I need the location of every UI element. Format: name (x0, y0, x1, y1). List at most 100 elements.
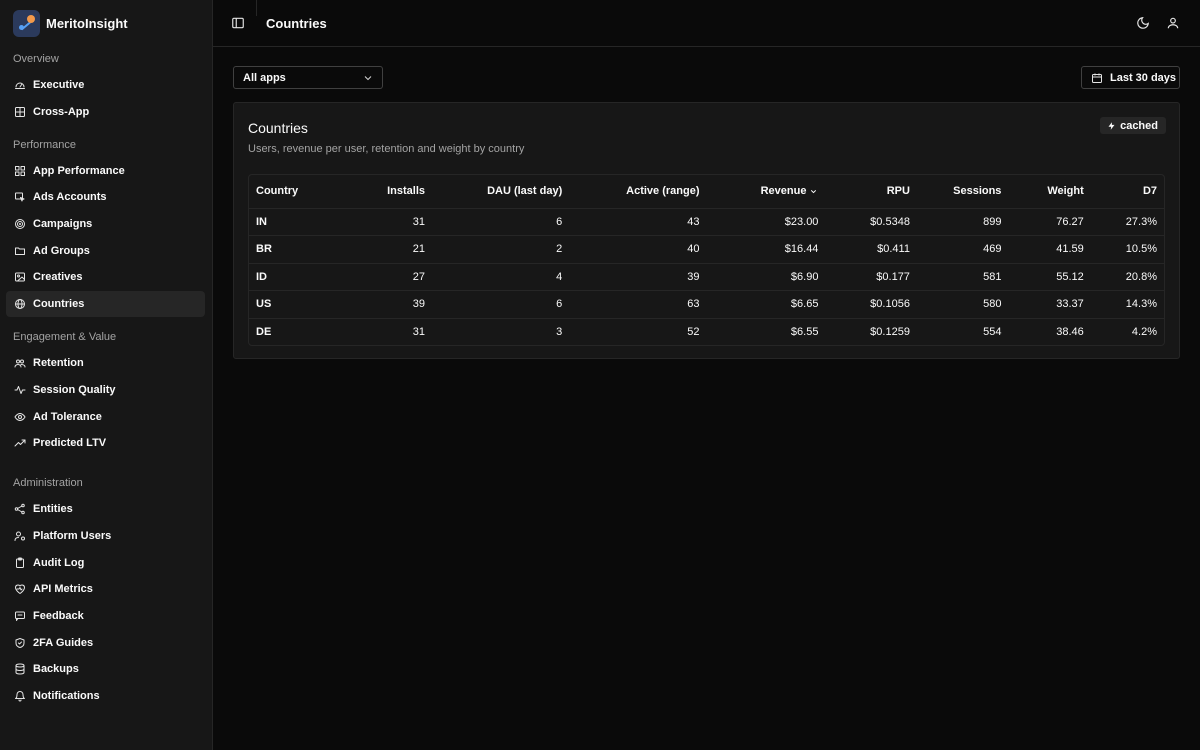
target-icon (14, 218, 26, 230)
sidebar-item-backups[interactable]: Backups (6, 656, 205, 682)
column-header-label: Sessions (953, 185, 1002, 198)
sidebar-item-ads-accounts[interactable]: Ads Accounts (6, 184, 205, 210)
table-cell: BR (249, 235, 341, 264)
date-range-button[interactable]: Last 30 days (1081, 66, 1180, 89)
column-header-d7[interactable]: D7 (1090, 175, 1164, 209)
sidebar-item-label: Platform Users (33, 529, 112, 542)
calendar-icon (1091, 72, 1103, 84)
sidebar-item-entities[interactable]: Entities (6, 496, 205, 522)
table-cell: 27.3% (1090, 208, 1164, 236)
sort-desc-icon (809, 187, 818, 196)
table-cell: 27 (340, 263, 432, 291)
folder-icon (14, 245, 26, 257)
app-select[interactable]: All apps (233, 66, 383, 89)
countries-card: Countries Users, revenue per user, reten… (233, 102, 1180, 359)
table-row[interactable]: IN 31 6 43 $23.00 $0.5348 899 76.27 27.3% (249, 208, 1164, 236)
column-header-installs[interactable]: Installs (340, 175, 432, 209)
users-icon (14, 357, 26, 369)
table-cell: $23.00 (706, 208, 826, 236)
heart-pulse-icon (14, 583, 26, 595)
sidebar-toggle-icon[interactable] (231, 16, 245, 30)
sidebar-nav: Overview Executive Cross-App Performance App… (0, 46, 212, 709)
sidebar-item-audit-log[interactable]: Audit Log (6, 550, 205, 576)
column-header-weight[interactable]: Weight (1008, 175, 1091, 209)
sidebar-item-label: Audit Log (33, 556, 85, 569)
top-bar: Countries (213, 0, 1200, 47)
sidebar-item-notifications[interactable]: Notifications (6, 683, 205, 709)
table-cell: US (249, 290, 341, 319)
sidebar-group-label: Engagement & Value (13, 331, 117, 344)
trending-up-icon (14, 437, 26, 449)
sidebar-item-campaigns[interactable]: Campaigns (6, 211, 205, 237)
sidebar-item-api-metrics[interactable]: API Metrics (6, 576, 205, 602)
sidebar-item-label: Predicted LTV (33, 437, 107, 450)
table-row[interactable]: DE 31 3 52 $6.55 $0.1259 554 38.46 4.2% (249, 318, 1164, 345)
column-header-rpu[interactable]: RPU (825, 175, 917, 209)
bell-icon (14, 690, 26, 702)
table-cell: 31 (340, 208, 432, 236)
table-cell: $6.65 (706, 290, 826, 319)
table-cell: 6 (432, 290, 570, 319)
column-header-active-range[interactable]: Active (range) (569, 175, 707, 209)
activity-icon (14, 384, 26, 396)
table-cell: 76.27 (1008, 208, 1091, 236)
sidebar-item-retention[interactable]: Retention (6, 350, 205, 376)
table-cell: 21 (340, 235, 432, 264)
table-cell: 14.3% (1090, 290, 1164, 319)
table-cell: 20.8% (1090, 263, 1164, 291)
sidebar-item-label: Ad Groups (33, 244, 90, 257)
table-cell: $0.1259 (870, 326, 910, 338)
table-row[interactable]: BR 21 2 40 $16.44 $0.411 469 41.59 10.5% (249, 235, 1164, 264)
sidebar-item-creatives[interactable]: Creatives (6, 264, 205, 290)
table-cell: 10.5% (1090, 235, 1164, 264)
table-cell: $16.44 (706, 235, 826, 264)
sidebar-item-label: Notifications (33, 690, 100, 702)
sidebar-item-cross-app[interactable]: Cross-App (6, 99, 205, 125)
brand[interactable]: MeritoInsight (0, 0, 212, 46)
user-icon[interactable] (1166, 16, 1180, 30)
sidebar-item-platform-users[interactable]: Platform Users (6, 523, 205, 549)
column-header-sessions[interactable]: Sessions (916, 175, 1009, 209)
sidebar-item-app-performance[interactable]: App Performance (6, 158, 205, 184)
sidebar-item-executive[interactable]: Executive (6, 72, 205, 98)
table-cell: $0.5348 (825, 208, 917, 236)
table-cell: 6 (432, 208, 570, 236)
globe-icon (14, 298, 26, 310)
table-row[interactable]: ID 27 4 39 $6.90 $0.177 581 55.12 20.8% (249, 263, 1164, 291)
sidebar-item-label: Cross-App (33, 105, 90, 118)
app-select-value: All apps (243, 71, 286, 84)
table-cell: 43 (569, 208, 707, 236)
sidebar-item-feedback[interactable]: Feedback (6, 603, 205, 629)
column-header-revenue[interactable]: Revenue (706, 175, 826, 209)
sidebar-item-ad-groups[interactable]: Ad Groups (6, 238, 205, 264)
table-cell: $0.1056 (825, 290, 917, 319)
top-actions (1136, 16, 1180, 30)
column-header-country[interactable]: Country (249, 175, 341, 209)
sidebar-item-predicted-ltv[interactable]: Predicted LTV (6, 430, 205, 456)
image-icon (14, 271, 26, 283)
sidebar-item-label: Session Quality (33, 383, 116, 396)
table-row[interactable]: US 39 6 63 $6.65 $0.1056 580 33.37 14.3% (249, 290, 1164, 319)
eye-icon (14, 411, 26, 423)
sidebar-item-label: App Performance (33, 164, 125, 177)
column-header-label: Revenue (760, 185, 807, 198)
sidebar-item-ad-tolerance[interactable]: Ad Tolerance (6, 404, 205, 430)
user-cog-icon (14, 530, 26, 542)
card-subtitle: Users, revenue per user, retention and w… (248, 143, 525, 155)
sidebar-item-2fa-guides[interactable]: 2FA Guides (6, 630, 205, 656)
sidebar-item-label: Campaigns (33, 218, 93, 231)
countries-table: Country Installs DAU (last day) Active (ran… (248, 174, 1165, 346)
sidebar-item-label: API Metrics (33, 583, 93, 596)
table-cell: 38.46 (1056, 326, 1084, 338)
table-cell: ID (249, 263, 341, 291)
table-cell: $6.55 (790, 326, 819, 338)
table-cell: 33.37 (1008, 290, 1091, 319)
table-cell: 469 (916, 235, 1009, 264)
sidebar: MeritoInsight Overview Executive Cross-App… (0, 0, 213, 750)
moon-icon[interactable] (1136, 16, 1150, 30)
clipboard-icon (14, 557, 26, 569)
sidebar-item-session-quality[interactable]: Session Quality (6, 377, 205, 403)
sidebar-item-countries[interactable]: Countries (6, 291, 205, 318)
column-header-label: RPU (886, 185, 910, 198)
column-header-dau-last-day[interactable]: DAU (last day) (432, 175, 570, 209)
